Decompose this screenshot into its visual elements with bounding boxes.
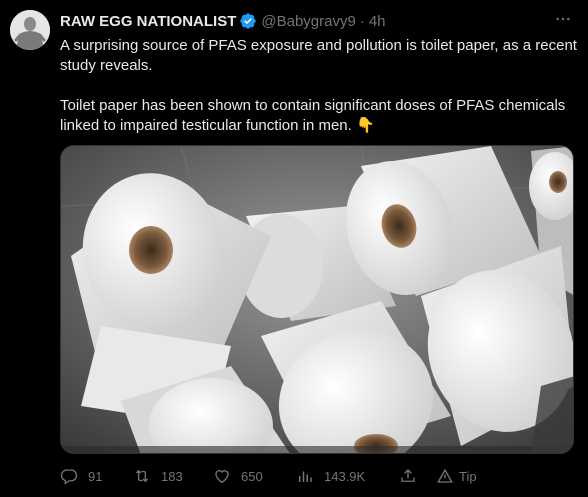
- like-count: 650: [241, 468, 263, 484]
- verified-badge-icon: [239, 12, 257, 30]
- tweet-text: A surprising source of PFAS exposure and…: [60, 36, 578, 136]
- tip-label: Tip: [459, 468, 477, 484]
- more-icon[interactable]: [552, 10, 574, 30]
- views-icon: [299, 471, 312, 482]
- retweet-button[interactable]: 183: [133, 467, 183, 485]
- timestamp[interactable]: 4h: [369, 13, 386, 30]
- toilet-paper-photo: [61, 146, 573, 453]
- avatar[interactable]: [10, 10, 50, 50]
- tweet[interactable]: RAW EGG NATIONALIST @Babygravy9 · 4h A s…: [0, 0, 588, 497]
- heart-icon: [215, 470, 229, 484]
- retweet-icon: [135, 469, 149, 483]
- share-icon: [401, 469, 415, 482]
- tweet-paragraph-1: A surprising source of PFAS exposure and…: [60, 37, 577, 74]
- reply-icon: [60, 469, 78, 485]
- retweet-count: 183: [161, 468, 183, 484]
- tip-button[interactable]: Tip: [436, 467, 477, 485]
- views-button[interactable]: 143.9K: [296, 467, 365, 485]
- tip-icon: [437, 468, 453, 483]
- author-name[interactable]: RAW EGG NATIONALIST: [60, 13, 236, 30]
- reply-count: 91: [88, 468, 103, 484]
- author-handle[interactable]: @Babygravy9: [261, 13, 355, 30]
- share-button[interactable]: [399, 467, 417, 485]
- view-count: 143.9K: [324, 468, 366, 484]
- reply-button[interactable]: 91: [60, 467, 102, 485]
- tweet-actions: 91 183 650 143.9K Tip: [60, 466, 580, 486]
- like-button[interactable]: 650: [213, 467, 263, 485]
- tweet-paragraph-2: Toilet paper has been shown to contain s…: [60, 97, 566, 134]
- separator-dot: ·: [359, 12, 365, 30]
- tweet-image[interactable]: [60, 145, 574, 454]
- tweet-header: RAW EGG NATIONALIST @Babygravy9 · 4h: [60, 11, 386, 31]
